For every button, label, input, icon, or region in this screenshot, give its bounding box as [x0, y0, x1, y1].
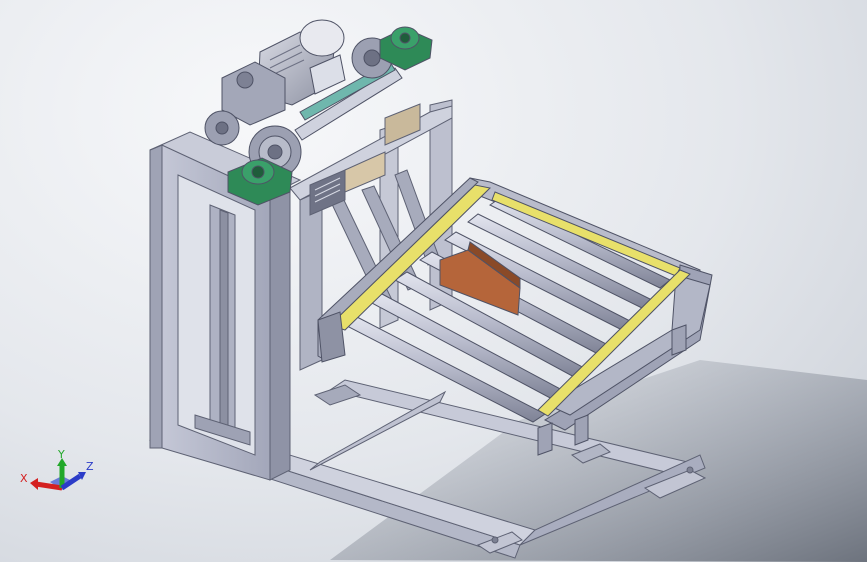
end-foot-2: [574, 414, 589, 446]
motor-end-cap: [299, 19, 345, 57]
triad-x-label: X: [20, 472, 28, 485]
front-bearing-bore: [251, 165, 265, 179]
end-foot-3: [671, 324, 687, 356]
gearbox-port: [236, 71, 254, 89]
conveyor-far-rail: [491, 191, 681, 277]
triad-x-arrowhead: [30, 478, 38, 490]
roller-conveyor-lift-model[interactable]: X Y Z: [0, 0, 867, 562]
rear-bearing-bore: [399, 32, 411, 44]
tower-side-face: [269, 184, 291, 481]
lift-carriage-bracket: [317, 311, 346, 363]
rear-sprocket-hub: [363, 49, 381, 67]
front-sprocket-hub: [267, 144, 283, 160]
foot-bolt-1: [686, 466, 694, 474]
tower-guide-rail-inner: [219, 209, 229, 437]
3d-model-viewport[interactable]: X Y Z: [0, 0, 867, 562]
foot-bolt-2: [491, 536, 499, 544]
triad-y-label: Y: [57, 448, 65, 461]
end-foot-1: [537, 422, 553, 456]
tower-outer-left: [149, 144, 163, 449]
small-sprocket-hub: [215, 121, 229, 135]
triad-z-label: Z: [86, 460, 94, 473]
coordinate-triad[interactable]: X Y Z: [20, 448, 94, 491]
